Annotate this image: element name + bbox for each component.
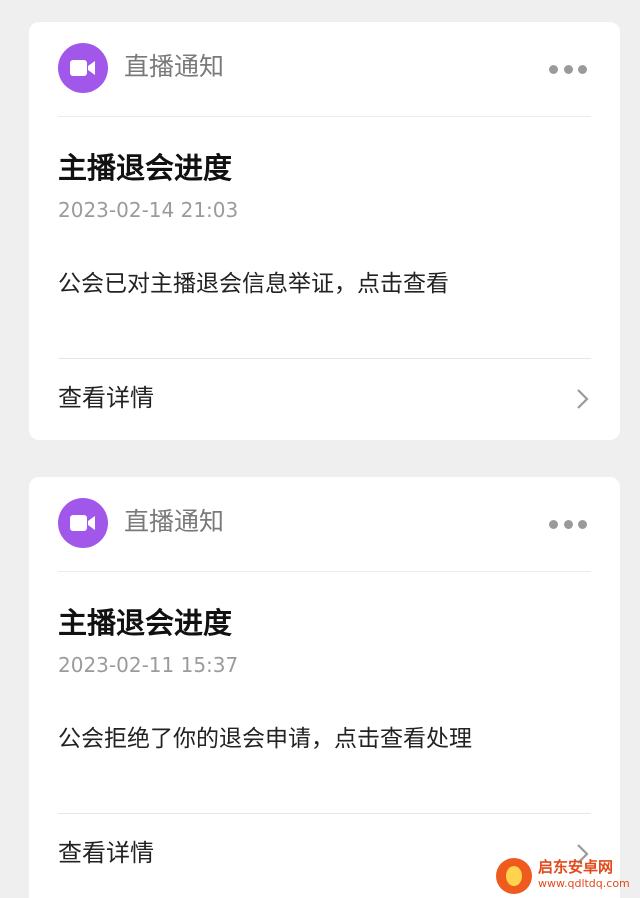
card-header: 直播通知 xyxy=(58,477,591,572)
notification-title: 主播退会进度 xyxy=(58,606,233,640)
notification-card[interactable]: 直播通知 主播退会进度 2023-02-14 21:03 公会已对主播退会信息举… xyxy=(29,22,620,440)
watermark-logo-icon xyxy=(496,858,532,894)
chevron-right-icon xyxy=(577,389,589,409)
notification-feed: 直播通知 主播退会进度 2023-02-14 21:03 公会已对主播退会信息举… xyxy=(0,0,640,898)
notification-message: 公会已对主播退会信息举证，点击查看 xyxy=(58,271,449,297)
notification-time: 2023-02-14 21:03 xyxy=(58,198,239,222)
notification-time: 2023-02-11 15:37 xyxy=(58,653,239,677)
view-details-label: 查看详情 xyxy=(58,839,154,867)
watermark-url: www.qdltdq.com xyxy=(538,877,630,890)
notification-card[interactable]: 直播通知 主播退会进度 2023-02-11 15:37 公会拒绝了你的退会申请… xyxy=(29,477,620,898)
notification-source: 直播通知 xyxy=(124,507,225,536)
video-camera-icon xyxy=(58,43,108,93)
view-details-label: 查看详情 xyxy=(58,384,154,412)
notification-source: 直播通知 xyxy=(124,52,225,81)
more-options-icon[interactable] xyxy=(549,517,587,531)
more-options-icon[interactable] xyxy=(549,62,587,76)
notification-message: 公会拒绝了你的退会申请，点击查看处理 xyxy=(58,726,472,752)
watermark-name: 启东安卓网 xyxy=(538,858,614,876)
video-camera-icon xyxy=(58,498,108,548)
notification-title: 主播退会进度 xyxy=(58,151,233,185)
site-watermark: 启东安卓网 www.qdltdq.com xyxy=(496,856,636,896)
card-header: 直播通知 xyxy=(58,22,591,117)
view-details-button[interactable]: 查看详情 xyxy=(58,359,591,439)
